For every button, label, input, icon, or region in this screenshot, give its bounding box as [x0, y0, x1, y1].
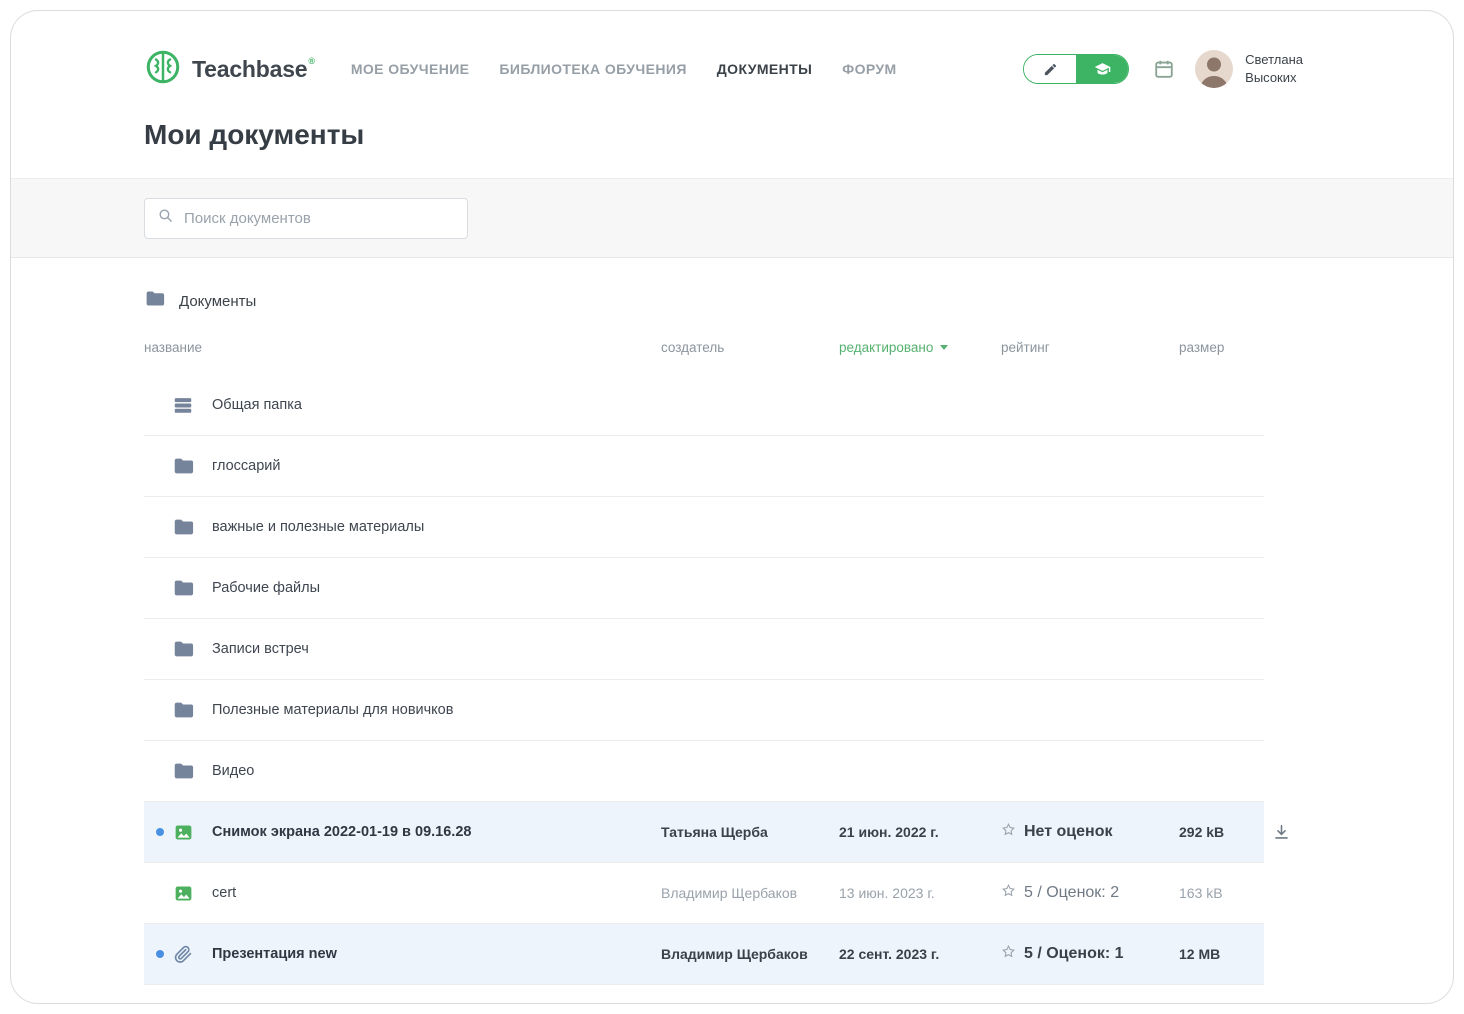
image-file-icon — [172, 882, 194, 904]
teachbase-logo[interactable]: Teachbase® — [144, 48, 315, 91]
unread-dot — [156, 950, 164, 958]
row-edited: 22 сент. 2023 г. — [839, 946, 940, 962]
row-edited: 13 июн. 2023 г. — [839, 885, 935, 901]
folder-icon — [144, 288, 165, 314]
row-name: cert — [212, 885, 237, 901]
table-row-file[interactable]: Снимок экрана 2022-01-19 в 09.16.28 Тать… — [144, 802, 1288, 863]
search-strip — [11, 178, 1453, 258]
page-title: Мои документы — [144, 119, 365, 150]
calendar-icon[interactable] — [1153, 58, 1175, 80]
table-row-folder[interactable]: Видео — [144, 741, 1264, 802]
row-name: Рабочие файлы — [212, 580, 321, 596]
nav-my-learning[interactable]: МОЕ ОБУЧЕНИЕ — [351, 61, 470, 77]
documents-table: Общая папка глоссарий важные и полезные … — [144, 375, 1288, 985]
download-icon[interactable] — [1272, 823, 1291, 842]
registered-mark: ® — [308, 55, 315, 66]
unread-dot — [156, 828, 164, 836]
star-icon — [1001, 944, 1016, 964]
search-icon — [157, 207, 174, 229]
table-row-folder[interactable]: Записи встреч — [144, 619, 1264, 680]
row-size: 163 kB — [1179, 885, 1223, 901]
column-header-edited[interactable]: редактировано — [839, 340, 1001, 355]
folder-icon — [172, 577, 194, 599]
table-row-shared-folder[interactable]: Общая папка — [144, 375, 1264, 436]
row-size: 12 MB — [1179, 946, 1221, 962]
row-name: Видео — [212, 763, 255, 779]
table-row-folder[interactable]: важные и полезные материалы — [144, 497, 1264, 558]
table-row-file[interactable]: cert Владимир Щербаков 13 июн. 2023 г. 5… — [144, 863, 1264, 924]
row-creator: Татьяна Щерба — [661, 824, 768, 840]
shared-folder-icon — [172, 394, 194, 416]
role-mode-toggle[interactable] — [1023, 54, 1130, 84]
row-rating[interactable]: 5 / Оценок: 1 — [1001, 944, 1179, 964]
row-name: Полезные материалы для новичков — [212, 702, 454, 718]
user-menu[interactable]: Светлана Высоких — [1195, 50, 1303, 88]
nav-library[interactable]: БИБЛИОТЕКА ОБУЧЕНИЯ — [499, 61, 686, 77]
folder-icon — [172, 699, 194, 721]
row-edited: 21 июн. 2022 г. — [839, 824, 939, 840]
row-creator: Владимир Щербаков — [661, 946, 808, 962]
app-window: Teachbase® МОЕ ОБУЧЕНИЕ БИБЛИОТЕКА ОБУЧЕ… — [10, 10, 1454, 1004]
main-nav: МОЕ ОБУЧЕНИЕ БИБЛИОТЕКА ОБУЧЕНИЯ ДОКУМЕН… — [351, 61, 897, 77]
row-creator: Владимир Щербаков — [661, 885, 798, 901]
row-name: Записи встреч — [212, 641, 309, 657]
folder-breadcrumb[interactable]: Документы — [144, 288, 1453, 314]
column-header-size[interactable]: размер — [1179, 340, 1264, 355]
table-header: название создатель редактировано рейтинг… — [144, 340, 1264, 355]
graduation-cap-icon[interactable] — [1076, 55, 1129, 83]
row-rating[interactable]: Нет оценок — [1001, 822, 1179, 842]
row-name: Общая папка — [212, 397, 302, 413]
table-row-folder[interactable]: Рабочие файлы — [144, 558, 1264, 619]
column-header-name[interactable]: название — [144, 340, 661, 355]
row-name: Снимок экрана 2022-01-19 в 09.16.28 — [212, 824, 472, 840]
paperclip-icon — [172, 943, 194, 965]
table-row-folder[interactable]: глоссарий — [144, 436, 1264, 497]
header-controls: Светлана Высоких — [1023, 50, 1303, 88]
star-icon — [1001, 822, 1016, 842]
top-bar: Teachbase® МОЕ ОБУЧЕНИЕ БИБЛИОТЕКА ОБУЧЕ… — [144, 47, 1303, 91]
row-rating[interactable]: 5 / Оценок: 2 — [1001, 883, 1179, 903]
nav-documents[interactable]: ДОКУМЕНТЫ — [717, 61, 812, 77]
table-row-file[interactable]: Презентация new Владимир Щербаков 22 сен… — [144, 924, 1264, 985]
image-file-icon — [172, 821, 194, 843]
search-input[interactable] — [184, 209, 455, 227]
avatar[interactable] — [1195, 50, 1234, 88]
folder-icon — [172, 516, 194, 538]
brand-name: Teachbase® — [192, 55, 315, 82]
row-size: 292 kB — [1179, 824, 1225, 840]
brain-logo-icon — [144, 48, 182, 91]
table-row-folder[interactable]: Полезные материалы для новичков — [144, 680, 1264, 741]
folder-icon — [172, 455, 194, 477]
folder-icon — [172, 638, 194, 660]
search-box[interactable] — [144, 197, 468, 239]
column-header-rating[interactable]: рейтинг — [1001, 340, 1179, 355]
column-header-creator[interactable]: создатель — [661, 340, 839, 355]
folder-icon — [172, 760, 194, 782]
user-name: Светлана Высоких — [1245, 52, 1303, 85]
row-name: глоссарий — [212, 458, 281, 474]
section-title: Документы — [179, 292, 257, 310]
sort-arrow-icon — [940, 345, 949, 350]
row-name: Презентация new — [212, 946, 337, 962]
pencil-icon[interactable] — [1024, 55, 1077, 83]
row-name: важные и полезные материалы — [212, 519, 425, 535]
nav-forum[interactable]: ФОРУМ — [842, 61, 896, 77]
star-icon — [1001, 883, 1016, 903]
